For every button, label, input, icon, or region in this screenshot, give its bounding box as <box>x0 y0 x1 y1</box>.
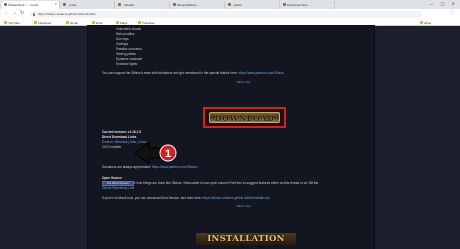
reload-icon[interactable]: ↻ <box>20 11 24 16</box>
list-item: Volumetric clouds <box>116 27 141 31</box>
support-link[interactable]: https://www.patreon.com/Sildurs <box>238 71 284 75</box>
arrow-icon: 1 <box>135 142 177 164</box>
back-to-top-link[interactable]: Back to Top <box>237 205 251 208</box>
bookmark-item[interactable]: Facebook <box>34 21 51 25</box>
menu-icon[interactable]: ⋮ <box>450 11 455 16</box>
list-item: Waving plants <box>116 52 136 56</box>
list-item: Dynamic shadows <box>116 57 142 61</box>
address-bar[interactable]: https://sildurs-shaders.github.io/downlo… <box>30 10 422 18</box>
repo-link[interactable]: Github Repository Link <box>102 186 134 190</box>
favicon-icon <box>63 3 66 6</box>
download-highlight-box: DOWNLOAD <box>203 107 286 128</box>
favicon-icon <box>4 3 7 6</box>
download-button[interactable]: DOWNLOAD <box>209 112 280 123</box>
tab-label: MinecraftSkins <box>177 3 197 7</box>
donation-label: Donations are always appreciated: <box>102 165 151 169</box>
list-item: Godrays <box>116 42 129 46</box>
favicon-icon <box>228 3 231 6</box>
back-icon[interactable]: ← <box>4 11 9 16</box>
open-source-text: In case you want to see how things are d… <box>102 181 319 185</box>
support-label: You can support the Sildurs's team with … <box>102 71 238 75</box>
list-item: Rain puddles <box>116 32 135 36</box>
donation-link[interactable]: https://www.patreon.com/Sildurs <box>152 165 198 169</box>
direct-link-text: If you're on Mac/Linux, you can download… <box>102 196 270 200</box>
lock-icon <box>33 12 35 16</box>
forward-icon[interactable]: → <box>12 11 17 16</box>
bookmark-item[interactable]: Other <box>420 21 432 25</box>
direct-link-label: If you're on Mac/Linux, you can download… <box>102 196 202 200</box>
tab[interactable]: ...Mods <box>226 1 280 9</box>
page-viewport: Volumetric clouds Rain puddles Sun rays … <box>0 26 460 249</box>
installer-links[interactable]: Sodium: Windows | Mac | Linux <box>102 140 146 144</box>
tab-label: ...Mods <box>232 3 242 7</box>
tab-strip: ShaderPack > ...Guide ✕ ...Links ...Shad… <box>0 0 460 9</box>
installation-banner: INSTALLATION <box>196 233 296 245</box>
direct-link-url[interactable]: https://sildurs-shaders.github.io/files/… <box>202 196 270 200</box>
bookmark-item[interactable]: YouTube <box>4 21 20 25</box>
favicon-icon <box>118 3 121 6</box>
tab-active[interactable]: ShaderPack > ...Guide ✕ <box>2 1 60 9</box>
list-item: Emissive lights <box>116 62 138 66</box>
tab[interactable]: ...Shader <box>116 1 170 9</box>
nav-bar: ← → ↻ https://sildurs-shaders.github.io/… <box>0 9 460 19</box>
open-source-title: Open Source <box>102 176 122 180</box>
tab-label: Download Mod... <box>287 3 310 7</box>
tab-label: ShaderPack > ...Guide <box>8 3 39 7</box>
tab-label: ...Links <box>67 3 77 7</box>
bookmark-item[interactable]: Drive <box>92 21 103 25</box>
direct-links-title: Direct Download Links <box>102 135 137 139</box>
tab[interactable]: Download Mod... <box>281 1 335 9</box>
installation-label: INSTALLATION <box>207 234 285 244</box>
tab[interactable]: ...Links <box>61 1 115 9</box>
bookmarks-bar: YouTube Facebook Gmail Drive Maps Transl… <box>0 19 460 26</box>
support-text: You can support the Sildurs's team with … <box>102 71 284 75</box>
favicon-icon <box>173 3 176 6</box>
bookmark-item[interactable]: Maps <box>116 21 127 25</box>
close-icon[interactable]: ✕ <box>54 2 57 6</box>
tab-label: ...Shader <box>122 3 135 7</box>
back-to-top-link[interactable]: Back to Top <box>237 81 251 84</box>
window-controls[interactable]: — ▢ ✕ <box>430 1 458 6</box>
list-item: Parallax occlusion <box>116 47 142 51</box>
url-text: https://sildurs-shaders.github.io/downlo… <box>38 12 96 16</box>
download-label: DOWNLOAD <box>214 113 275 123</box>
current-version: Current version: v1.16.1.5 <box>102 130 141 134</box>
donation-text: Donations are always appreciated: https:… <box>102 165 197 169</box>
bookmark-item[interactable]: Gmail <box>66 21 78 25</box>
list-item: Sun rays <box>116 37 129 41</box>
favicon-icon <box>283 3 286 6</box>
ogg-installer[interactable]: OGG Installer <box>102 145 122 149</box>
tab[interactable]: MinecraftSkins <box>171 1 225 9</box>
bookmark-item[interactable]: Translate <box>138 21 154 25</box>
github-releases-button[interactable]: Visit Github Releases <box>102 181 134 186</box>
svg-text:1: 1 <box>165 148 171 160</box>
